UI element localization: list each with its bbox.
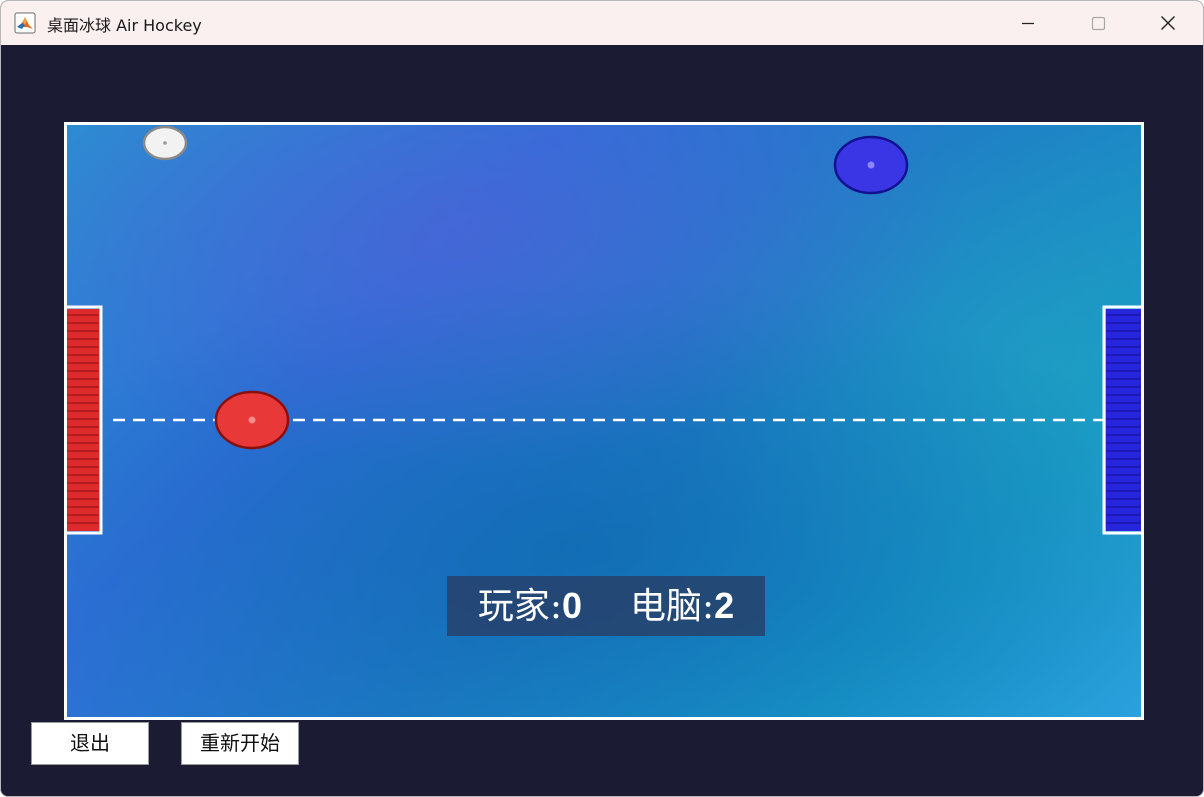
minimize-icon	[1022, 22, 1034, 25]
title-bar[interactable]: 桌面冰球 Air Hockey	[1, 1, 1203, 45]
maximize-icon	[1091, 16, 1106, 31]
window-title: 桌面冰球 Air Hockey	[47, 16, 202, 35]
player-score: 0	[561, 585, 582, 626]
computer-score-label: 电脑:	[630, 586, 715, 627]
close-icon	[1161, 16, 1175, 30]
player-mallet[interactable]	[214, 390, 290, 450]
scoreboard: 玩家:0 电脑:2	[447, 576, 765, 636]
computer-mallet	[833, 135, 909, 195]
computer-goal	[1102, 305, 1141, 535]
matlab-icon	[14, 12, 36, 34]
maximize-button[interactable]	[1063, 1, 1133, 45]
game-area: 玩家:0 电脑:2 退出 重新开始	[1, 45, 1203, 796]
puck[interactable]	[142, 125, 188, 161]
player-goal	[67, 305, 103, 535]
app-window: 桌面冰球 Air Hockey 玩家:0 电脑:2 退出 重新开始	[0, 0, 1204, 797]
minimize-button[interactable]	[993, 1, 1063, 45]
close-button[interactable]	[1133, 1, 1203, 45]
restart-button[interactable]: 重新开始	[181, 722, 299, 765]
exit-button[interactable]: 退出	[31, 722, 149, 765]
hockey-rink[interactable]: 玩家:0 电脑:2	[64, 122, 1144, 720]
player-score-label: 玩家:	[477, 586, 562, 627]
computer-score: 2	[714, 585, 735, 626]
